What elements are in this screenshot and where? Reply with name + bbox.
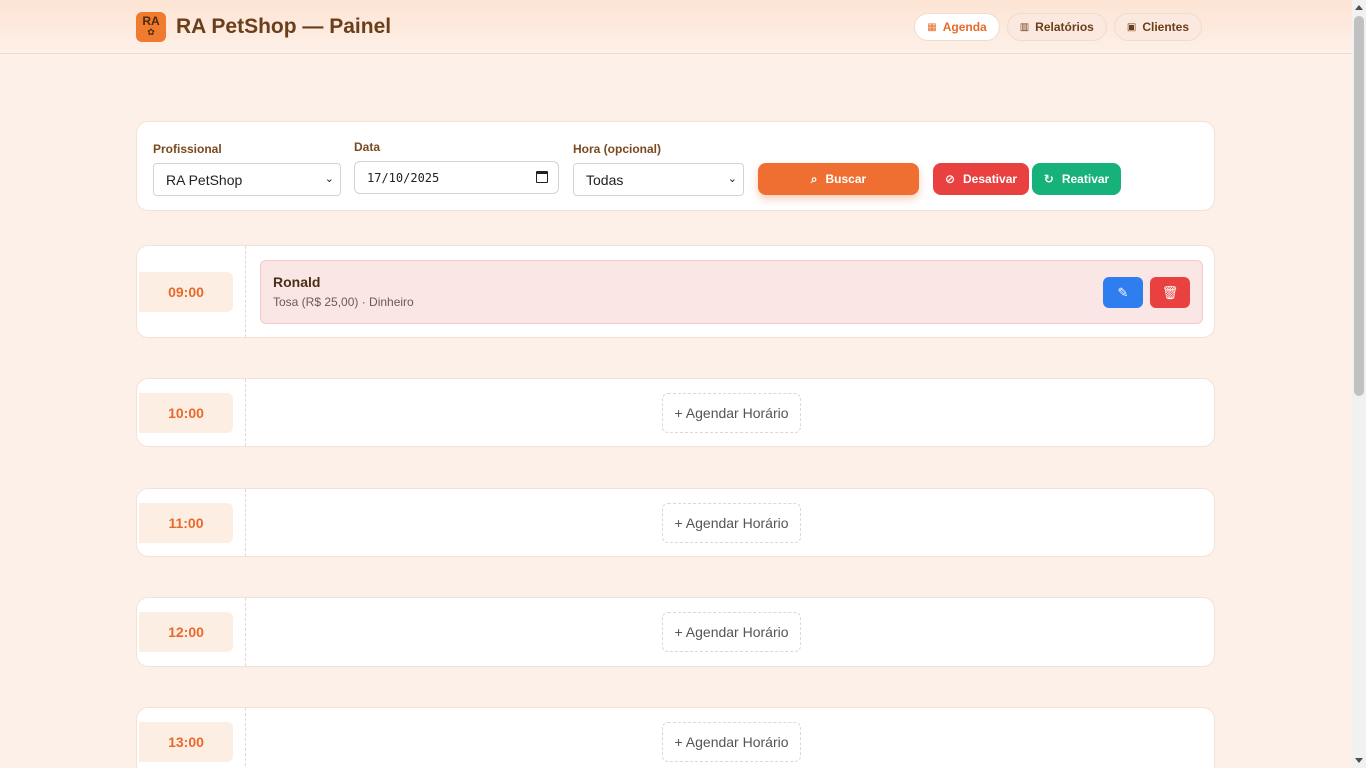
hour-value: Todas (586, 171, 624, 188)
schedule-slot-button[interactable]: + Agendar Horário (662, 722, 801, 762)
professional-label: Profissional (153, 142, 222, 156)
slot-time: 12:00 (139, 612, 233, 652)
edit-button[interactable]: ✎ (1103, 277, 1143, 308)
schedule-slot-button[interactable]: + Agendar Horário (662, 393, 801, 433)
tab-clientes-label: Clientes (1142, 20, 1189, 34)
deactivate-button[interactable]: ⊘ Desativar (933, 163, 1029, 195)
schedule-slot-button[interactable]: + Agendar Horário (662, 612, 801, 652)
delete-button[interactable]: 🗑 (1150, 277, 1190, 308)
date-label: Data (354, 140, 381, 154)
calendar-icon: ▦ (927, 21, 937, 33)
reactivate-button[interactable]: ↻ Reativar (1032, 163, 1121, 195)
reactivate-button-label: Reativar (1061, 172, 1110, 186)
scroll-up-arrow-icon[interactable] (1355, 5, 1363, 10)
ban-icon: ⊘ (944, 172, 955, 186)
slot-time: 09:00 (139, 272, 233, 312)
appointment-detail: Tosa (R$ 25,00) · Dinheiro (273, 295, 414, 309)
date-input[interactable]: 17/10/2025 (354, 161, 559, 194)
chevron-down-icon: ⌄ (727, 173, 737, 185)
slot-area: + Agendar Horário (245, 708, 1214, 768)
calendar-picker-icon[interactable] (536, 171, 548, 183)
main-nav: ▦ Agenda ▥ Relatórios ▣ Clientes (914, 13, 1202, 41)
tab-clientes[interactable]: ▣ Clientes (1113, 13, 1202, 41)
tab-relatorios[interactable]: ▥ Relatórios (1006, 13, 1107, 41)
brand: RA ✿ RA PetShop — Painel (136, 12, 391, 42)
slot-time: 10:00 (139, 393, 233, 433)
tab-relatorios-label: Relatórios (1035, 20, 1094, 34)
search-button-label: Buscar (825, 172, 867, 186)
paw-icon: ✿ (147, 27, 155, 37)
edit-icon: ✎ (1117, 284, 1129, 300)
top-bar: RA ✿ RA PetShop — Painel ▦ Agenda ▥ Rela… (0, 0, 1352, 54)
app-title: RA PetShop — Painel (176, 15, 392, 38)
slot-area: + Agendar Horário (245, 598, 1214, 666)
page-scrollbar[interactable] (1352, 0, 1366, 768)
chevron-down-icon: ⌄ (324, 173, 334, 185)
logo-text: RA (142, 14, 160, 28)
appointment-card[interactable]: Ronald Tosa (R$ 25,00) · Dinheiro ✎ 🗑 (260, 260, 1203, 324)
trash-icon: 🗑 (1161, 284, 1179, 300)
professional-select[interactable]: RA PetShop ⌄ (153, 163, 341, 196)
tab-agenda[interactable]: ▦ Agenda (914, 13, 1000, 41)
time-slot: 13:00 + Agendar Horário (136, 707, 1215, 768)
date-value: 17/10/2025 (367, 170, 440, 185)
contacts-icon: ▣ (1126, 21, 1137, 33)
time-slot: 10:00 + Agendar Horário (136, 378, 1215, 447)
time-slot: 11:00 + Agendar Horário (136, 488, 1215, 557)
logo: RA ✿ (136, 12, 166, 42)
time-slot: 12:00 + Agendar Horário (136, 597, 1215, 667)
slot-time: 13:00 (139, 722, 233, 762)
tab-agenda-label: Agenda (942, 20, 987, 34)
slot-area: + Agendar Horário (245, 489, 1214, 556)
search-button[interactable]: ⌕ Buscar (758, 163, 919, 195)
hour-select[interactable]: Todas ⌄ (573, 163, 744, 196)
schedule-slot-button[interactable]: + Agendar Horário (662, 503, 801, 543)
slot-area: + Agendar Horário (245, 379, 1214, 446)
appointment-client: Ronald (273, 274, 321, 290)
time-slot: 09:00 Ronald Tosa (R$ 25,00) · Dinheiro … (136, 245, 1215, 338)
filter-card: Profissional RA PetShop ⌄ Data 17/10/202… (136, 121, 1215, 211)
scroll-thumb[interactable] (1354, 16, 1364, 396)
scroll-down-arrow-icon[interactable] (1355, 758, 1363, 763)
professional-value: RA PetShop (166, 171, 243, 188)
deactivate-button-label: Desativar (963, 172, 1018, 186)
restore-icon: ↻ (1043, 172, 1054, 186)
hour-label: Hora (opcional) (573, 142, 662, 156)
slot-time: 11:00 (139, 503, 233, 543)
slot-area: Ronald Tosa (R$ 25,00) · Dinheiro ✎ 🗑 (245, 246, 1214, 337)
search-icon: ⌕ (810, 171, 818, 186)
bar-chart-icon: ▥ (1019, 21, 1030, 33)
